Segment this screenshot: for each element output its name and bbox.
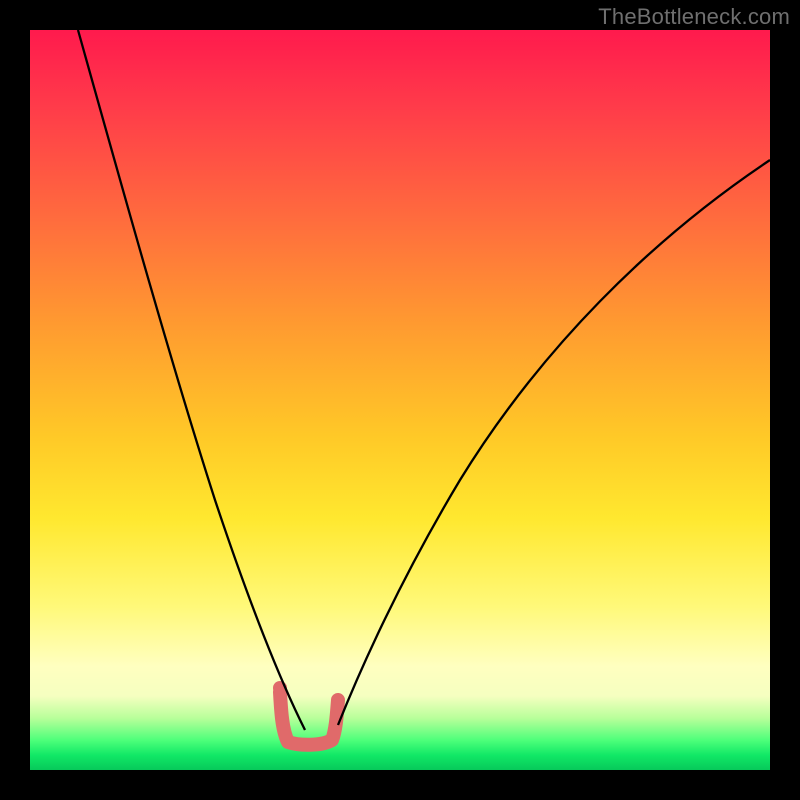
watermark-text: TheBottleneck.com (598, 4, 790, 30)
bottleneck-curve-right (338, 160, 770, 725)
bottleneck-curve-svg (30, 30, 770, 770)
optimal-marker (280, 692, 338, 745)
chart-root: TheBottleneck.com (0, 0, 800, 800)
bottleneck-curve-left (78, 30, 305, 730)
plot-area (30, 30, 770, 770)
